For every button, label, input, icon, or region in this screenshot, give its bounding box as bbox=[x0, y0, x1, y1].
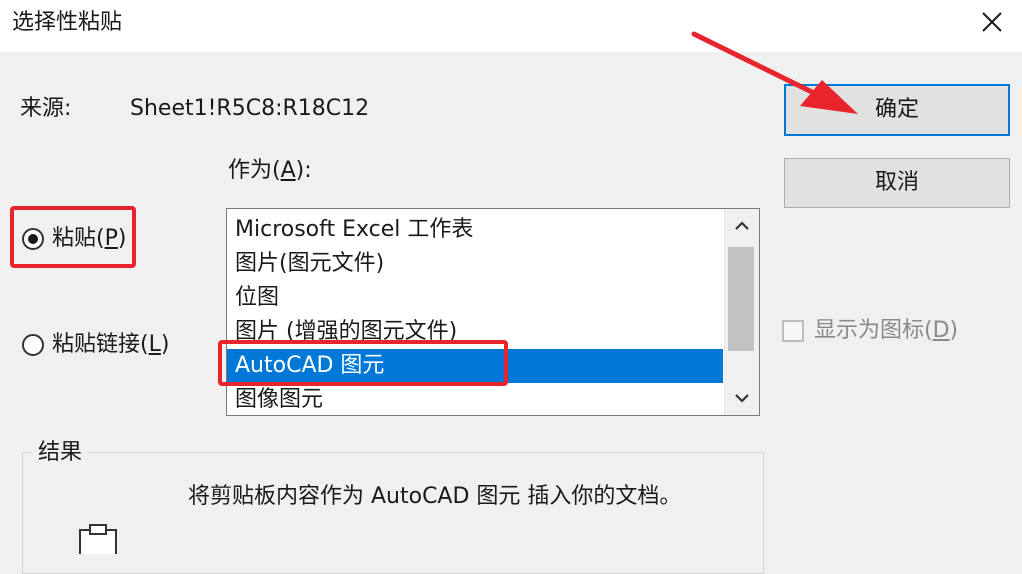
chevron-up-icon bbox=[735, 221, 749, 230]
source-label: 来源: bbox=[20, 96, 72, 121]
close-icon bbox=[982, 12, 1002, 32]
scroll-thumb[interactable] bbox=[728, 247, 754, 351]
list-scrollbar[interactable] bbox=[724, 209, 759, 415]
ok-button-label: 确定 bbox=[874, 97, 919, 122]
list-item-selected[interactable]: AutoCAD 图元 bbox=[227, 349, 723, 383]
result-description: 将剪贴板内容作为 AutoCAD 图元 插入你的文档。 bbox=[188, 484, 682, 509]
list-item[interactable]: Microsoft Excel 工作表 bbox=[227, 213, 723, 247]
list-item[interactable]: 图片 (增强的图元文件) bbox=[227, 315, 723, 349]
list-items: Microsoft Excel 工作表 图片(图元文件) 位图 图片 (增强的图… bbox=[227, 213, 723, 415]
cancel-button-label: 取消 bbox=[874, 170, 919, 195]
ok-button[interactable]: 确定 bbox=[784, 84, 1010, 136]
dialog-title: 选择性粘贴 bbox=[12, 10, 123, 35]
display-as-icon-checkbox[interactable] bbox=[782, 320, 804, 342]
result-group-title: 结果 bbox=[32, 438, 89, 468]
source-value: Sheet1!R5C8:R18C12 bbox=[130, 96, 370, 121]
paste-link-radio[interactable] bbox=[22, 334, 44, 356]
paste-radio[interactable] bbox=[22, 228, 44, 250]
chevron-down-icon bbox=[735, 394, 749, 403]
list-item[interactable]: 位图 bbox=[227, 281, 723, 315]
list-item[interactable]: 图像图元 bbox=[227, 383, 723, 415]
as-listbox[interactable]: Microsoft Excel 工作表 图片(图元文件) 位图 图片 (增强的图… bbox=[226, 208, 760, 416]
clipboard-icon bbox=[76, 524, 120, 561]
as-label: 作为(A): bbox=[228, 158, 312, 183]
title-bar: 选择性粘贴 bbox=[0, 0, 1022, 52]
close-button[interactable] bbox=[960, 0, 1022, 46]
display-as-icon-label[interactable]: 显示为图标(D) bbox=[814, 316, 958, 346]
cancel-button[interactable]: 取消 bbox=[784, 158, 1010, 208]
result-group bbox=[22, 452, 764, 574]
list-item[interactable]: 图片(图元文件) bbox=[227, 247, 723, 281]
paste-radio-label[interactable]: 粘贴(P) bbox=[52, 224, 126, 254]
scroll-up-button[interactable] bbox=[725, 209, 759, 243]
scroll-down-button[interactable] bbox=[725, 381, 759, 415]
paste-link-radio-label[interactable]: 粘贴链接(L) bbox=[52, 330, 169, 360]
